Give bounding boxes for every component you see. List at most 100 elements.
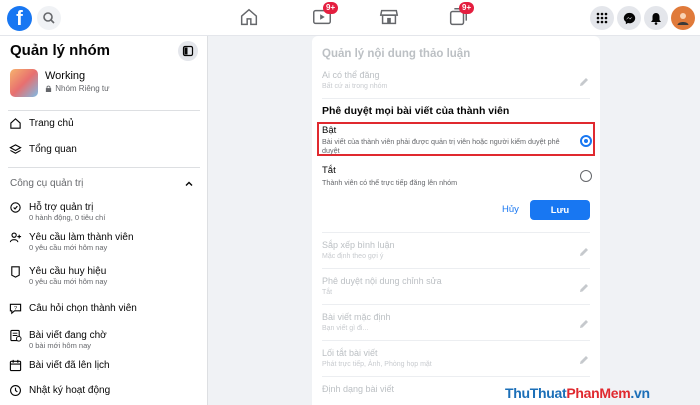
calendar-icon xyxy=(8,358,22,372)
lock-icon xyxy=(45,85,52,92)
sidebar-title: Quản lý nhóm xyxy=(10,42,111,59)
setting-title: Bài viết mặc định xyxy=(322,312,391,322)
sidebar-item-home[interactable]: Trang chủ xyxy=(8,116,74,130)
sidebar-item-scheduled-posts[interactable]: Bài viết đã lên lịch xyxy=(8,358,110,372)
add-person-icon xyxy=(8,230,22,244)
watch-nav-button[interactable]: 9+ xyxy=(311,2,339,30)
marketplace-nav-button[interactable] xyxy=(378,6,402,30)
option-off-radio[interactable] xyxy=(580,170,592,182)
messenger-button[interactable] xyxy=(617,6,641,30)
option-off-description: Thành viên có thể trực tiếp đăng lên nhó… xyxy=(322,178,458,187)
question-icon: ? xyxy=(8,301,22,315)
sidebar-item-label: Trang chủ xyxy=(29,117,74,129)
sidebar-item-subtitle: 0 yêu cầu mới hôm nay xyxy=(29,243,108,252)
watermark-part1: ThuThuat xyxy=(505,385,567,401)
pending-posts-icon xyxy=(8,328,22,342)
pencil-icon xyxy=(580,78,588,86)
settings-divider xyxy=(322,98,590,99)
edit-who-can-post-button[interactable] xyxy=(578,76,590,88)
watermark-part3: .vn xyxy=(630,385,650,401)
who-can-post-title: Ai có thể đăng xyxy=(322,70,380,80)
pencil-icon xyxy=(580,320,588,328)
facebook-logo[interactable]: f xyxy=(7,6,32,31)
setting-value: Bạn viết gì đi... xyxy=(322,325,369,332)
chevron-up-icon xyxy=(185,181,193,186)
collapse-section-button[interactable] xyxy=(184,178,194,188)
badge-icon xyxy=(8,264,22,278)
setting-title: Phê duyệt nội dung chỉnh sửa xyxy=(322,276,442,286)
groups-nav-button[interactable]: 9+ xyxy=(447,2,475,30)
store-icon xyxy=(379,9,399,25)
edit-default-post-button[interactable] xyxy=(578,318,590,330)
sidebar-item-label: Bài viết đã lên lịch xyxy=(29,359,110,371)
sidebar-item-activity-log[interactable]: Nhật ký hoạt động xyxy=(8,383,110,397)
sidebar-item-subtitle: 0 hành động, 0 tiêu chí xyxy=(29,213,106,222)
settings-divider xyxy=(322,304,590,305)
approve-posts-heading: Phê duyệt mọi bài viết của thành viên xyxy=(322,105,510,117)
option-on-description: Bài viết của thành viên phải được quản t… xyxy=(322,137,560,155)
bell-icon xyxy=(651,12,661,25)
sidebar-item-badge-requests[interactable]: Yêu cầu huy hiệu xyxy=(8,264,106,278)
group-name[interactable]: Working xyxy=(45,70,85,82)
who-can-post-value: Bất cứ ai trong nhóm xyxy=(322,83,388,90)
sidebar-divider xyxy=(8,110,200,111)
account-avatar[interactable] xyxy=(671,6,695,30)
group-cover-thumbnail[interactable] xyxy=(10,69,38,97)
group-privacy: Nhóm Riêng tư xyxy=(45,84,110,93)
setting-value: Phát trực tiếp, Ảnh, Phòng họp mặt xyxy=(322,361,432,368)
sidebar-item-label: Tổng quan xyxy=(29,143,77,155)
menu-button[interactable] xyxy=(590,6,614,30)
search-icon xyxy=(43,12,55,24)
sidebar-item-label: Bài viết đang chờ xyxy=(29,329,107,341)
grid-menu-icon xyxy=(596,12,608,24)
sidebar-item-label: Yêu cầu huy hiệu xyxy=(29,265,107,277)
settings-divider xyxy=(322,376,590,377)
setting-value: Mặc định theo gợi ý xyxy=(322,253,384,260)
option-on-label[interactable]: Bật xyxy=(322,125,336,136)
option-off-label[interactable]: Tắt xyxy=(322,165,336,176)
settings-divider xyxy=(322,268,590,269)
setting-title: Lối tắt bài viết xyxy=(322,348,378,358)
pencil-icon xyxy=(580,248,588,256)
sidebar-item-subtitle: 0 yêu cầu mới hôm nay xyxy=(29,277,108,286)
watermark-part2: PhanMem xyxy=(566,385,631,401)
search-button[interactable] xyxy=(37,6,61,30)
settings-divider xyxy=(322,340,590,341)
sidebar-item-label: Nhật ký hoạt động xyxy=(29,384,111,396)
group-admin-sidebar: Quản lý nhóm Working Nhóm Riêng tư Trang… xyxy=(0,36,208,405)
top-navigation-bar: f 9+ 9+ xyxy=(0,0,700,36)
discussion-settings-panel: Quản lý nội dung thảo luận Ai có thể đăn… xyxy=(312,36,600,405)
settings-divider xyxy=(322,232,590,233)
edit-post-shortcuts-button[interactable] xyxy=(578,354,590,366)
setting-title: Sắp xếp bình luận xyxy=(322,240,395,250)
watermark: ThuThuatPhanMem.vn xyxy=(505,385,650,401)
sidebar-item-subtitle: 0 bài mới hôm nay xyxy=(29,341,92,350)
sidebar-item-admin-assist[interactable]: Hỗ trợ quản trị xyxy=(8,200,93,214)
cancel-button[interactable]: Hủy xyxy=(502,204,519,215)
notifications-button[interactable] xyxy=(644,6,668,30)
video-badge: 9+ xyxy=(323,2,339,14)
edit-approve-edits-button[interactable] xyxy=(578,282,590,294)
home-nav-button[interactable] xyxy=(238,6,262,30)
home-icon xyxy=(8,116,22,130)
edit-comment-sort-button[interactable] xyxy=(578,246,590,258)
profile-avatar-icon xyxy=(677,13,689,25)
sidebar-item-overview[interactable]: Tổng quan xyxy=(8,142,77,156)
sidebar-item-pending-posts[interactable]: Bài viết đang chờ xyxy=(8,328,107,342)
home-icon xyxy=(240,8,258,26)
option-on-radio[interactable] xyxy=(580,135,592,147)
collapse-sidebar-button[interactable] xyxy=(178,41,198,61)
sidebar-item-label: Câu hỏi chọn thành viên xyxy=(29,302,137,314)
sidebar-item-label: Hỗ trợ quản trị xyxy=(29,201,94,213)
sidebar-item-member-requests[interactable]: Yêu cầu làm thành viên xyxy=(8,230,134,244)
save-button[interactable]: Lưu xyxy=(530,200,590,220)
group-privacy-label: Nhóm Riêng tư xyxy=(55,84,110,93)
sidebar-item-membership-questions[interactable]: ? Câu hỏi chọn thành viên xyxy=(8,301,137,315)
groups-badge: 9+ xyxy=(459,2,475,14)
messenger-icon xyxy=(623,12,635,24)
pencil-icon xyxy=(580,356,588,364)
setting-value: Tắt xyxy=(322,289,333,296)
admin-assist-icon xyxy=(8,200,22,214)
admin-tools-heading: Công cụ quản trị xyxy=(10,178,84,189)
clock-icon xyxy=(8,383,22,397)
